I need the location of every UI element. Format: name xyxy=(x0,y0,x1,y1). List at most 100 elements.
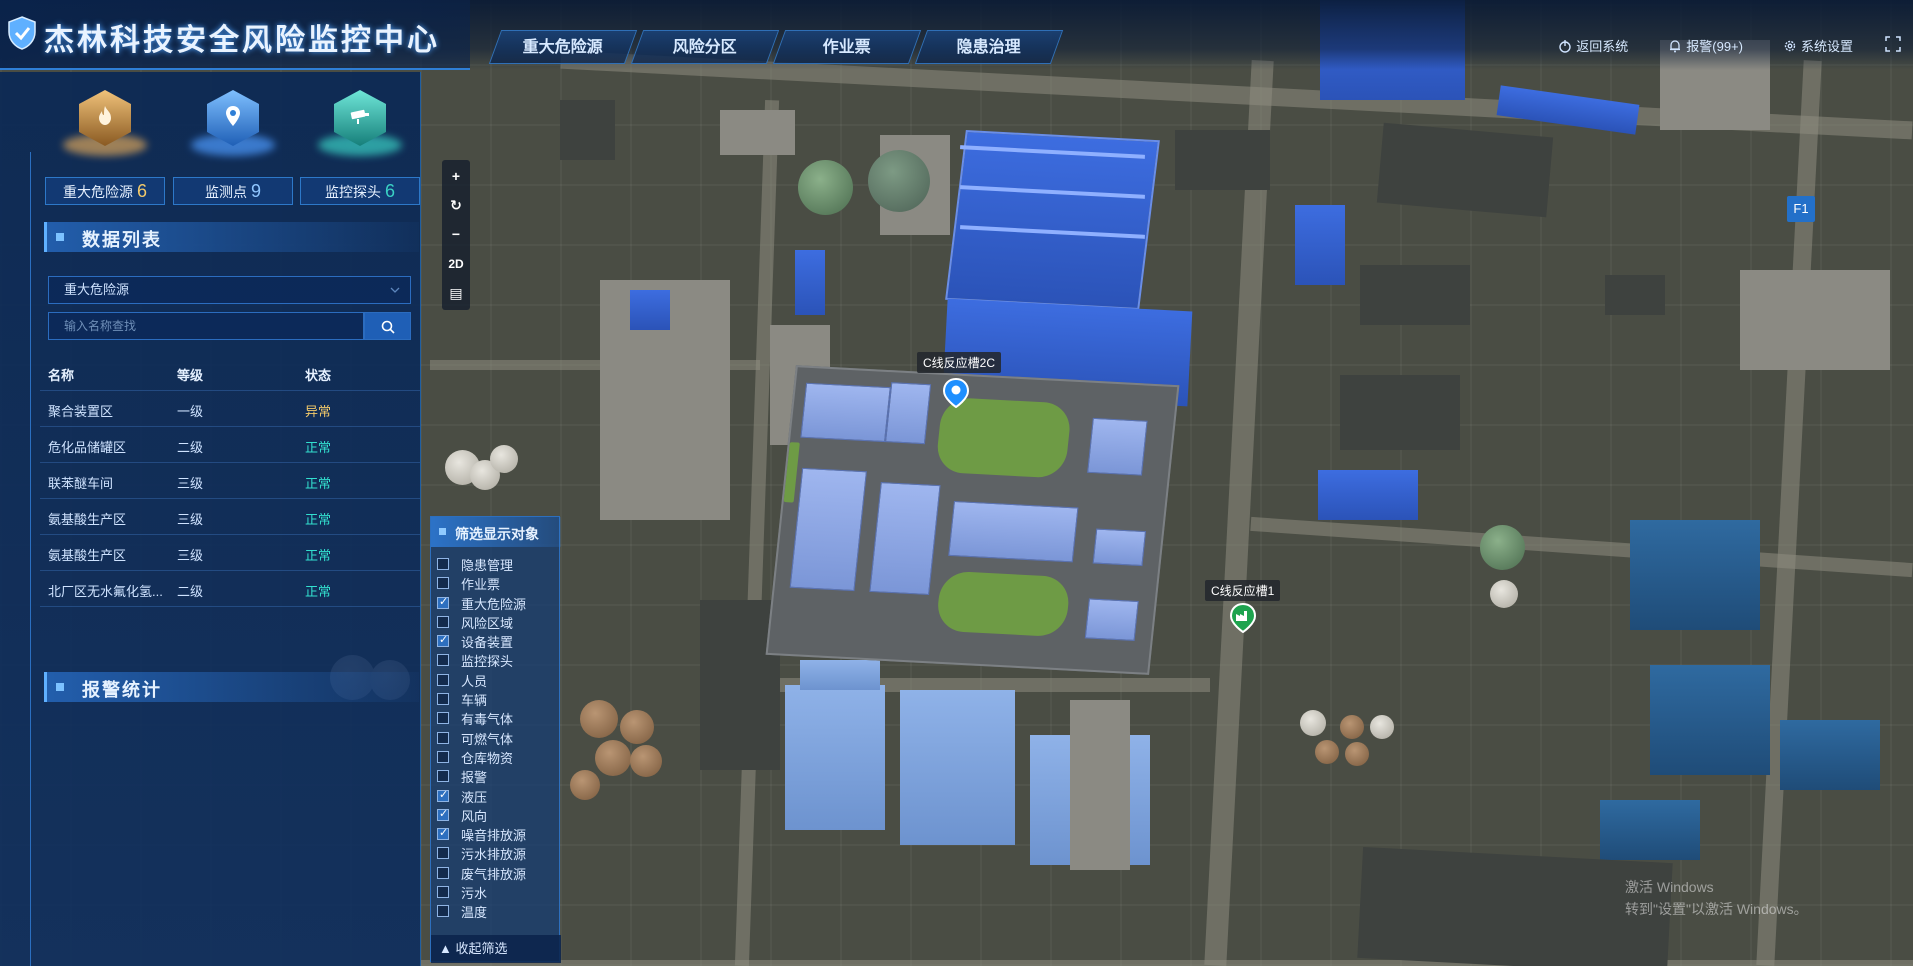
plant-model-area[interactable] xyxy=(765,365,1180,675)
table-row[interactable]: 氨基酸生产区 三级 正常 xyxy=(40,535,420,571)
table-row[interactable]: 聚合装置区 一级 异常 xyxy=(40,391,420,427)
checkbox[interactable] xyxy=(437,654,449,667)
table-row[interactable]: 氨基酸生产区 三级 正常 xyxy=(40,499,420,535)
cell-name: 北厂区无水氟化氢... xyxy=(48,584,163,599)
nav-hazard-governance[interactable]: 隐患治理 xyxy=(914,30,1064,64)
stat-monitoring-point[interactable]: 监测点 9 xyxy=(173,90,293,205)
filter-option[interactable]: 可燃气体 xyxy=(437,729,557,748)
stat-major-hazard[interactable]: 重大危险源 6 xyxy=(45,90,165,205)
checkbox[interactable] xyxy=(437,731,449,744)
checkbox[interactable] xyxy=(437,886,449,899)
filter-option[interactable]: 隐患管理 xyxy=(437,555,557,574)
shield-icon xyxy=(8,16,36,50)
filter-option[interactable]: 车辆 xyxy=(437,690,557,709)
filter-options: 隐患管理作业票重大危险源风险区域设备装置监控探头人员车辆有毒气体可燃气体仓库物资… xyxy=(437,555,557,922)
hazard-type-select[interactable]: 重大危险源 xyxy=(48,276,411,304)
search-icon xyxy=(381,320,395,334)
filter-option[interactable]: 液压 xyxy=(437,787,557,806)
app-title: 杰林科技安全风险监控中心 xyxy=(44,24,440,57)
alarm-label: 报警(99+) xyxy=(1686,39,1743,54)
search-button[interactable] xyxy=(364,312,411,340)
map-toolbar: + ↻ − 2D ▤ xyxy=(442,160,470,310)
filter-header: 筛选显示对象 xyxy=(431,517,561,547)
nav-major-hazard[interactable]: 重大危险源 xyxy=(488,30,638,64)
stat-label-box: 监控探头 6 xyxy=(300,177,420,205)
filter-option[interactable]: 污水排放源 xyxy=(437,844,557,863)
cell-level: 二级 xyxy=(177,440,204,455)
filter-option[interactable]: 废气排放源 xyxy=(437,864,557,883)
checkbox[interactable] xyxy=(437,615,449,628)
checkbox[interactable] xyxy=(437,847,449,860)
search-input[interactable] xyxy=(48,312,364,340)
table-row[interactable]: 联苯醚车间 三级 正常 xyxy=(40,463,420,499)
filter-option-label: 温度 xyxy=(461,905,488,921)
factory-marker-icon[interactable] xyxy=(1230,603,1256,633)
filter-title: 筛选显示对象 xyxy=(455,526,539,542)
map-label-tank-2c[interactable]: C线反应槽2C xyxy=(917,352,1002,373)
filter-option[interactable]: 仓库物资 xyxy=(437,748,557,767)
filter-option-label: 重大危险源 xyxy=(461,596,527,612)
floor-badge[interactable]: F1 xyxy=(1787,196,1815,222)
nav-risk-zone[interactable]: 风险分区 xyxy=(630,30,780,64)
filter-option[interactable]: 风险区域 xyxy=(437,613,557,632)
building-button[interactable]: ▤ xyxy=(442,279,470,307)
nav-work-ticket[interactable]: 作业票 xyxy=(772,30,922,64)
stat-label: 监测点 xyxy=(204,184,247,200)
checkbox[interactable] xyxy=(437,595,449,609)
zoom-in-button[interactable]: + xyxy=(442,162,470,190)
map-pin-icon[interactable] xyxy=(943,378,969,408)
fullscreen-icon[interactable] xyxy=(1885,36,1901,52)
filter-option[interactable]: 报警 xyxy=(437,767,557,786)
return-system-button[interactable]: 返回系统 xyxy=(1558,36,1628,55)
cell-level: 三级 xyxy=(177,548,204,563)
nav-label: 作业票 xyxy=(822,39,871,56)
filter-option[interactable]: 温度 xyxy=(437,902,557,921)
table-row[interactable]: 危化品储罐区 二级 正常 xyxy=(40,427,420,463)
filter-option[interactable]: 设备装置 xyxy=(437,632,557,651)
filter-option[interactable]: 风向 xyxy=(437,806,557,825)
filter-option[interactable]: 人员 xyxy=(437,671,557,690)
checkbox[interactable] xyxy=(437,673,449,686)
checkbox[interactable] xyxy=(437,807,449,821)
checkbox[interactable] xyxy=(437,770,449,783)
alarm-stats-header: 报警统计 xyxy=(44,672,419,702)
filter-option-label: 车辆 xyxy=(461,693,488,709)
stat-camera[interactable]: 监控探头 6 xyxy=(300,90,420,205)
rotate-button[interactable]: ↻ xyxy=(442,191,470,219)
filter-option-label: 噪音排放源 xyxy=(461,828,527,844)
table-row[interactable]: 北厂区无水氟化氢... 二级 正常 xyxy=(40,571,420,607)
data-list-header: 数据列表 xyxy=(44,222,419,252)
cell-level: 二级 xyxy=(177,584,204,599)
checkbox[interactable] xyxy=(437,693,449,706)
checkbox[interactable] xyxy=(437,826,449,841)
alarm-chart-area xyxy=(40,719,418,966)
filter-option[interactable]: 重大危险源 xyxy=(437,594,557,613)
filter-option[interactable]: 有毒气体 xyxy=(437,709,557,728)
filter-option[interactable]: 污水 xyxy=(437,883,557,902)
watermark-line: 转到"设置"以激活 Windows。 xyxy=(1625,901,1808,917)
filter-option[interactable]: 监控探头 xyxy=(437,651,557,670)
cell-status: 正常 xyxy=(305,476,332,491)
map-label-tank-1[interactable]: C线反应槽1 xyxy=(1205,580,1281,601)
section-marker xyxy=(56,683,64,691)
checkbox[interactable] xyxy=(437,558,449,570)
alarm-button[interactable]: 报警(99+) xyxy=(1668,36,1743,55)
filter-option-label: 作业票 xyxy=(461,577,501,593)
zoom-out-button[interactable]: − xyxy=(442,220,470,248)
toggle-2d-button[interactable]: 2D xyxy=(442,250,470,278)
filter-option[interactable]: 作业票 xyxy=(437,574,557,593)
collapse-filter-button[interactable]: ▲ 收起筛选 xyxy=(431,935,561,963)
checkbox[interactable] xyxy=(437,905,449,918)
cell-level: 三级 xyxy=(177,512,204,527)
cell-name: 氨基酸生产区 xyxy=(48,512,127,527)
checkbox[interactable] xyxy=(437,712,449,725)
system-settings-button[interactable]: 系统设置 xyxy=(1783,36,1853,55)
checkbox[interactable] xyxy=(437,788,449,802)
checkbox[interactable] xyxy=(437,577,449,590)
stat-cards: 重大危险源 6 监测点 9 监控探头 6 xyxy=(45,90,420,205)
checkbox[interactable] xyxy=(437,750,449,763)
filter-option[interactable]: 噪音排放源 xyxy=(437,825,557,844)
checkbox[interactable] xyxy=(437,866,449,879)
cell-status: 异常 xyxy=(305,404,332,419)
checkbox[interactable] xyxy=(437,633,449,648)
